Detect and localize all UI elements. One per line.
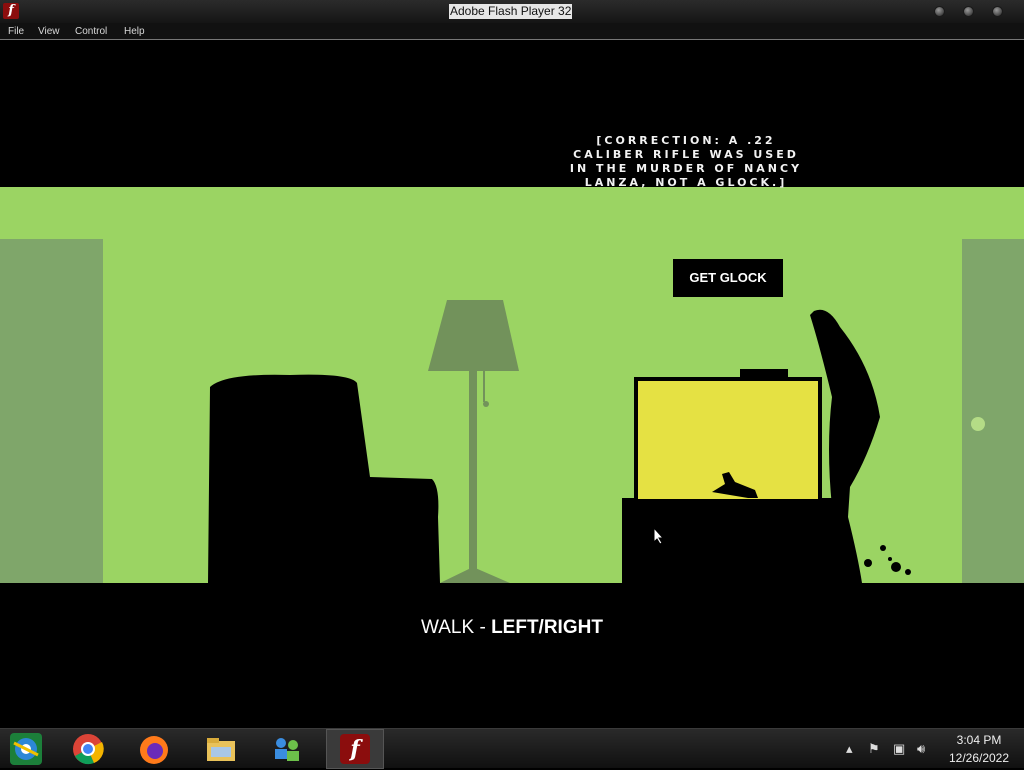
flash-app-icon[interactable]: f <box>3 3 19 19</box>
flash-player-icon[interactable]: f <box>340 734 370 764</box>
minimize-button[interactable] <box>934 6 945 17</box>
network-people-icon[interactable] <box>271 733 303 765</box>
file-explorer-icon[interactable] <box>205 733 237 765</box>
left-door <box>0 239 103 583</box>
scene-graphics <box>0 239 1024 583</box>
menu-file[interactable]: File <box>8 25 24 38</box>
close-button[interactable] <box>992 6 1003 17</box>
armchair-silhouette <box>208 374 440 583</box>
floor-lamp <box>428 300 519 583</box>
tray-expand-icon[interactable]: ▴ <box>846 742 853 756</box>
menu-bar: File View Control Help <box>0 23 1024 40</box>
clock-time[interactable]: 3:04 PM <box>944 733 1014 747</box>
maximize-button[interactable] <box>963 6 974 17</box>
menu-view[interactable]: View <box>38 25 60 38</box>
flag-icon[interactable]: ⚑ <box>868 742 880 756</box>
correction-text: [CORRECTION: A .22 CALIBER RIFLE WAS USE… <box>569 134 803 189</box>
mouse-cursor-icon <box>653 527 665 545</box>
taskbar: f ▴ ⚑ ▣ 🔊︎ 3:04 PM 12/26/2022 <box>0 728 1024 769</box>
get-glock-button[interactable]: GET GLOCK <box>673 259 783 297</box>
right-door <box>962 239 1024 583</box>
flash-stage[interactable]: [CORRECTION: A .22 CALIBER RIFLE WAS USE… <box>0 41 1024 728</box>
network-icon[interactable]: ▣ <box>893 742 905 756</box>
splatter <box>864 545 911 575</box>
title-bar: f Adobe Flash Player 32 <box>0 0 1024 23</box>
volume-icon[interactable]: 🔊︎ <box>917 742 925 756</box>
door-knob <box>971 417 985 431</box>
instruction-keys: LEFT/RIGHT <box>491 617 603 638</box>
firefox-icon[interactable] <box>138 733 170 765</box>
chrome-icon[interactable] <box>72 733 104 765</box>
game-scene <box>0 187 1024 583</box>
menu-help[interactable]: Help <box>124 25 145 38</box>
menu-control[interactable]: Control <box>75 25 107 38</box>
ie-icon[interactable] <box>10 733 42 765</box>
instruction-action: WALK - <box>421 617 492 638</box>
window-title: Adobe Flash Player 32 <box>449 4 573 19</box>
controls-instruction: WALK - LEFT/RIGHT <box>0 617 1024 639</box>
clock-date[interactable]: 12/26/2022 <box>940 751 1018 765</box>
